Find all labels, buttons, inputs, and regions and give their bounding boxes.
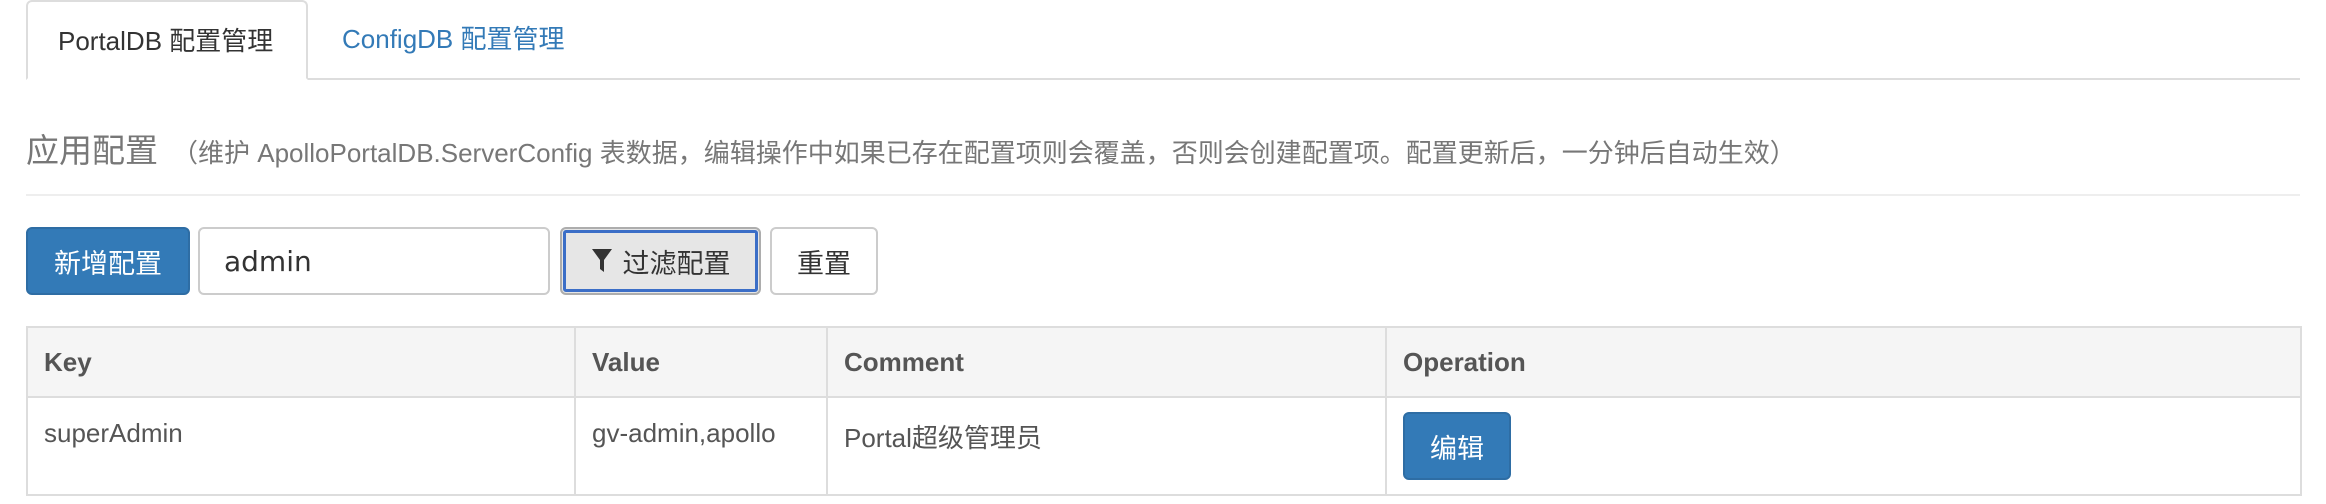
tab-bar: PortalDB 配置管理 ConfigDB 配置管理 [26,0,2300,80]
column-header-key: Key [26,326,576,398]
cell-operation: 编辑 [1385,396,2302,496]
add-config-button[interactable]: 新增配置 [26,227,190,295]
table-row: superAdmin gv-admin,apollo Portal超级管理员 编… [26,396,2302,496]
config-table: Key Value Comment Operation superAdmin g… [26,326,2302,496]
filter-icon [591,249,612,272]
section-title: 应用配置 [26,132,158,169]
page: PortalDB 配置管理 ConfigDB 配置管理 应用配置 （维护 Apol… [0,0,2326,504]
cell-key: superAdmin [26,396,576,496]
search-input[interactable] [198,227,550,295]
reset-button[interactable]: 重置 [770,227,878,295]
cell-comment: Portal超级管理员 [826,396,1387,496]
column-header-comment: Comment [826,326,1387,398]
section-header: 应用配置 （维护 ApolloPortalDB.ServerConfig 表数据，… [26,124,2300,196]
column-header-value: Value [574,326,828,398]
section-subtitle: （维护 ApolloPortalDB.ServerConfig 表数据，编辑操作… [172,138,1796,168]
cell-value: gv-admin,apollo [574,396,828,496]
column-header-operation: Operation [1385,326,2302,398]
edit-button[interactable]: 编辑 [1403,412,1511,480]
filter-config-button[interactable]: 过滤配置 [560,227,761,295]
tab-portaldb[interactable]: PortalDB 配置管理 [26,0,308,80]
tab-configdb[interactable]: ConfigDB 配置管理 [312,0,595,78]
filter-button-label: 过滤配置 [622,248,731,280]
table-header-row: Key Value Comment Operation [26,326,2302,398]
